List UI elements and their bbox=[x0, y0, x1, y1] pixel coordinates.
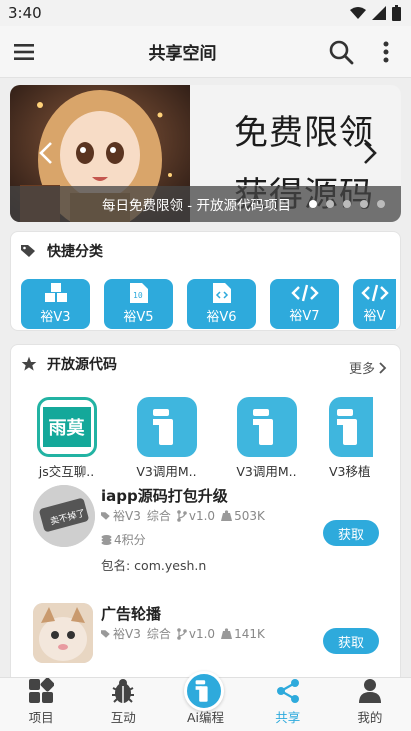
chevron-left-icon[interactable] bbox=[38, 141, 54, 165]
resource-thumbnail: 卖不掉了 bbox=[33, 485, 95, 547]
info-i-icon bbox=[337, 409, 357, 445]
open-source-card: 开放源代码 更多 雨莫 js交互聊.. V3调用M.. V3调用M.. V3移植… bbox=[10, 344, 401, 677]
search-icon[interactable] bbox=[328, 39, 354, 65]
person-icon bbox=[358, 679, 381, 703]
quick-category-v7[interactable]: 裕V7 bbox=[270, 279, 339, 329]
battery-icon bbox=[392, 5, 401, 21]
weight-icon bbox=[221, 510, 233, 521]
open-source-title: 开放源代码 bbox=[47, 357, 117, 373]
resource-meta: 裕V3 综合 v1.0 141K bbox=[101, 625, 265, 642]
tag-icon bbox=[21, 245, 35, 257]
quick-category-v6[interactable]: 裕V6 bbox=[187, 279, 256, 329]
resource-package: 包名: com.yesh.n bbox=[101, 558, 207, 573]
nav-item-mine[interactable]: 我的 bbox=[329, 678, 411, 731]
get-button[interactable]: 获取 bbox=[323, 628, 379, 654]
info-i-icon bbox=[152, 409, 173, 445]
status-time: 3:40 bbox=[8, 4, 42, 22]
grid-icon bbox=[29, 678, 55, 703]
code-brackets-icon bbox=[290, 284, 319, 302]
app-item[interactable]: V3调用M.. bbox=[129, 397, 204, 480]
resource-item[interactable]: 广告轮播 裕V3 综合 v1.0 141K 获取 bbox=[33, 603, 393, 677]
carousel-dot[interactable] bbox=[309, 200, 317, 208]
banner-headline-1: 免费限领 bbox=[234, 113, 374, 153]
chevron-right-icon bbox=[379, 361, 387, 374]
coins-icon bbox=[101, 535, 112, 545]
quick-category-title: 快捷分类 bbox=[47, 244, 103, 260]
more-vertical-icon[interactable] bbox=[376, 40, 396, 64]
branch-icon bbox=[177, 627, 187, 640]
app-bar: 共享空间 bbox=[0, 26, 411, 78]
carousel-dot[interactable] bbox=[360, 200, 368, 208]
carousel-dot[interactable] bbox=[377, 200, 385, 208]
tag-icon bbox=[101, 629, 110, 638]
app-item[interactable]: V3调用M.. bbox=[229, 397, 304, 480]
chevron-right-icon[interactable] bbox=[362, 141, 378, 165]
quick-category-card: 快捷分类 裕V3 10 裕V5 裕V6 裕V7 裕V bbox=[10, 231, 401, 331]
banner-carousel[interactable]: 免费限领 获得源码 每日免费限领 - 开放源代码项目 bbox=[10, 85, 401, 222]
resource-points: 4积分 bbox=[101, 531, 146, 548]
carousel-dots bbox=[309, 200, 385, 208]
page-title: 共享空间 bbox=[148, 44, 217, 64]
more-link[interactable]: 更多 bbox=[349, 358, 387, 377]
nav-item-share[interactable]: 共享 bbox=[247, 678, 329, 731]
share-icon bbox=[276, 679, 299, 703]
resource-thumbnail bbox=[33, 603, 93, 663]
resource-meta: 裕V3 综合 v1.0 503K bbox=[101, 507, 265, 524]
app-logo bbox=[136, 397, 197, 457]
wifi-icon bbox=[350, 7, 366, 19]
main-content[interactable]: 免费限领 获得源码 每日免费限领 - 开放源代码项目 快捷分类 裕V3 10 裕… bbox=[0, 79, 411, 677]
binary-file-icon: 10 bbox=[129, 283, 148, 303]
cat-image bbox=[33, 603, 93, 663]
ai-coding-fab[interactable] bbox=[184, 671, 224, 711]
open-source-app-list: 雨莫 js交互聊.. V3调用M.. V3调用M.. V3移植 bbox=[29, 397, 373, 480]
branch-icon bbox=[177, 509, 187, 522]
carousel-dot[interactable] bbox=[326, 200, 334, 208]
nav-item-interact[interactable]: 互动 bbox=[82, 678, 164, 731]
svg-text:10: 10 bbox=[133, 291, 143, 300]
get-button[interactable]: 获取 bbox=[323, 520, 379, 546]
bug-icon bbox=[112, 679, 135, 703]
quick-category-v3[interactable]: 裕V3 bbox=[21, 279, 90, 329]
quick-category-partial[interactable]: 裕V bbox=[353, 279, 396, 329]
cubes-icon bbox=[44, 283, 67, 302]
app-item[interactable]: V3移植 bbox=[329, 397, 373, 480]
ai-icon bbox=[195, 680, 208, 702]
weight-icon bbox=[221, 628, 233, 639]
code-brackets-icon bbox=[360, 284, 389, 302]
resource-item[interactable]: 卖不掉了 iapp源码打包升级 裕V3 综合 v1.0 503K 4积分 包名:… bbox=[33, 485, 393, 585]
quick-category-v5[interactable]: 10 裕V5 bbox=[104, 279, 173, 329]
resource-title: iapp源码打包升级 bbox=[101, 487, 228, 505]
tag-icon bbox=[101, 511, 110, 520]
app-item[interactable]: 雨莫 js交互聊.. bbox=[29, 397, 104, 480]
star-icon bbox=[21, 356, 37, 371]
app-logo bbox=[329, 397, 373, 457]
app-logo bbox=[236, 397, 297, 457]
quick-category-list: 裕V3 10 裕V5 裕V6 裕V7 裕V bbox=[21, 279, 396, 329]
carousel-dot[interactable] bbox=[343, 200, 351, 208]
status-bar: 3:40 bbox=[0, 0, 411, 26]
app-logo: 雨莫 bbox=[36, 397, 97, 457]
code-file-icon bbox=[212, 283, 231, 303]
nav-item-projects[interactable]: 项目 bbox=[0, 678, 82, 731]
stamp-image: 卖不掉了 bbox=[33, 485, 95, 547]
resource-title: 广告轮播 bbox=[101, 605, 162, 623]
info-i-icon bbox=[252, 409, 273, 445]
signal-icon bbox=[372, 6, 386, 20]
